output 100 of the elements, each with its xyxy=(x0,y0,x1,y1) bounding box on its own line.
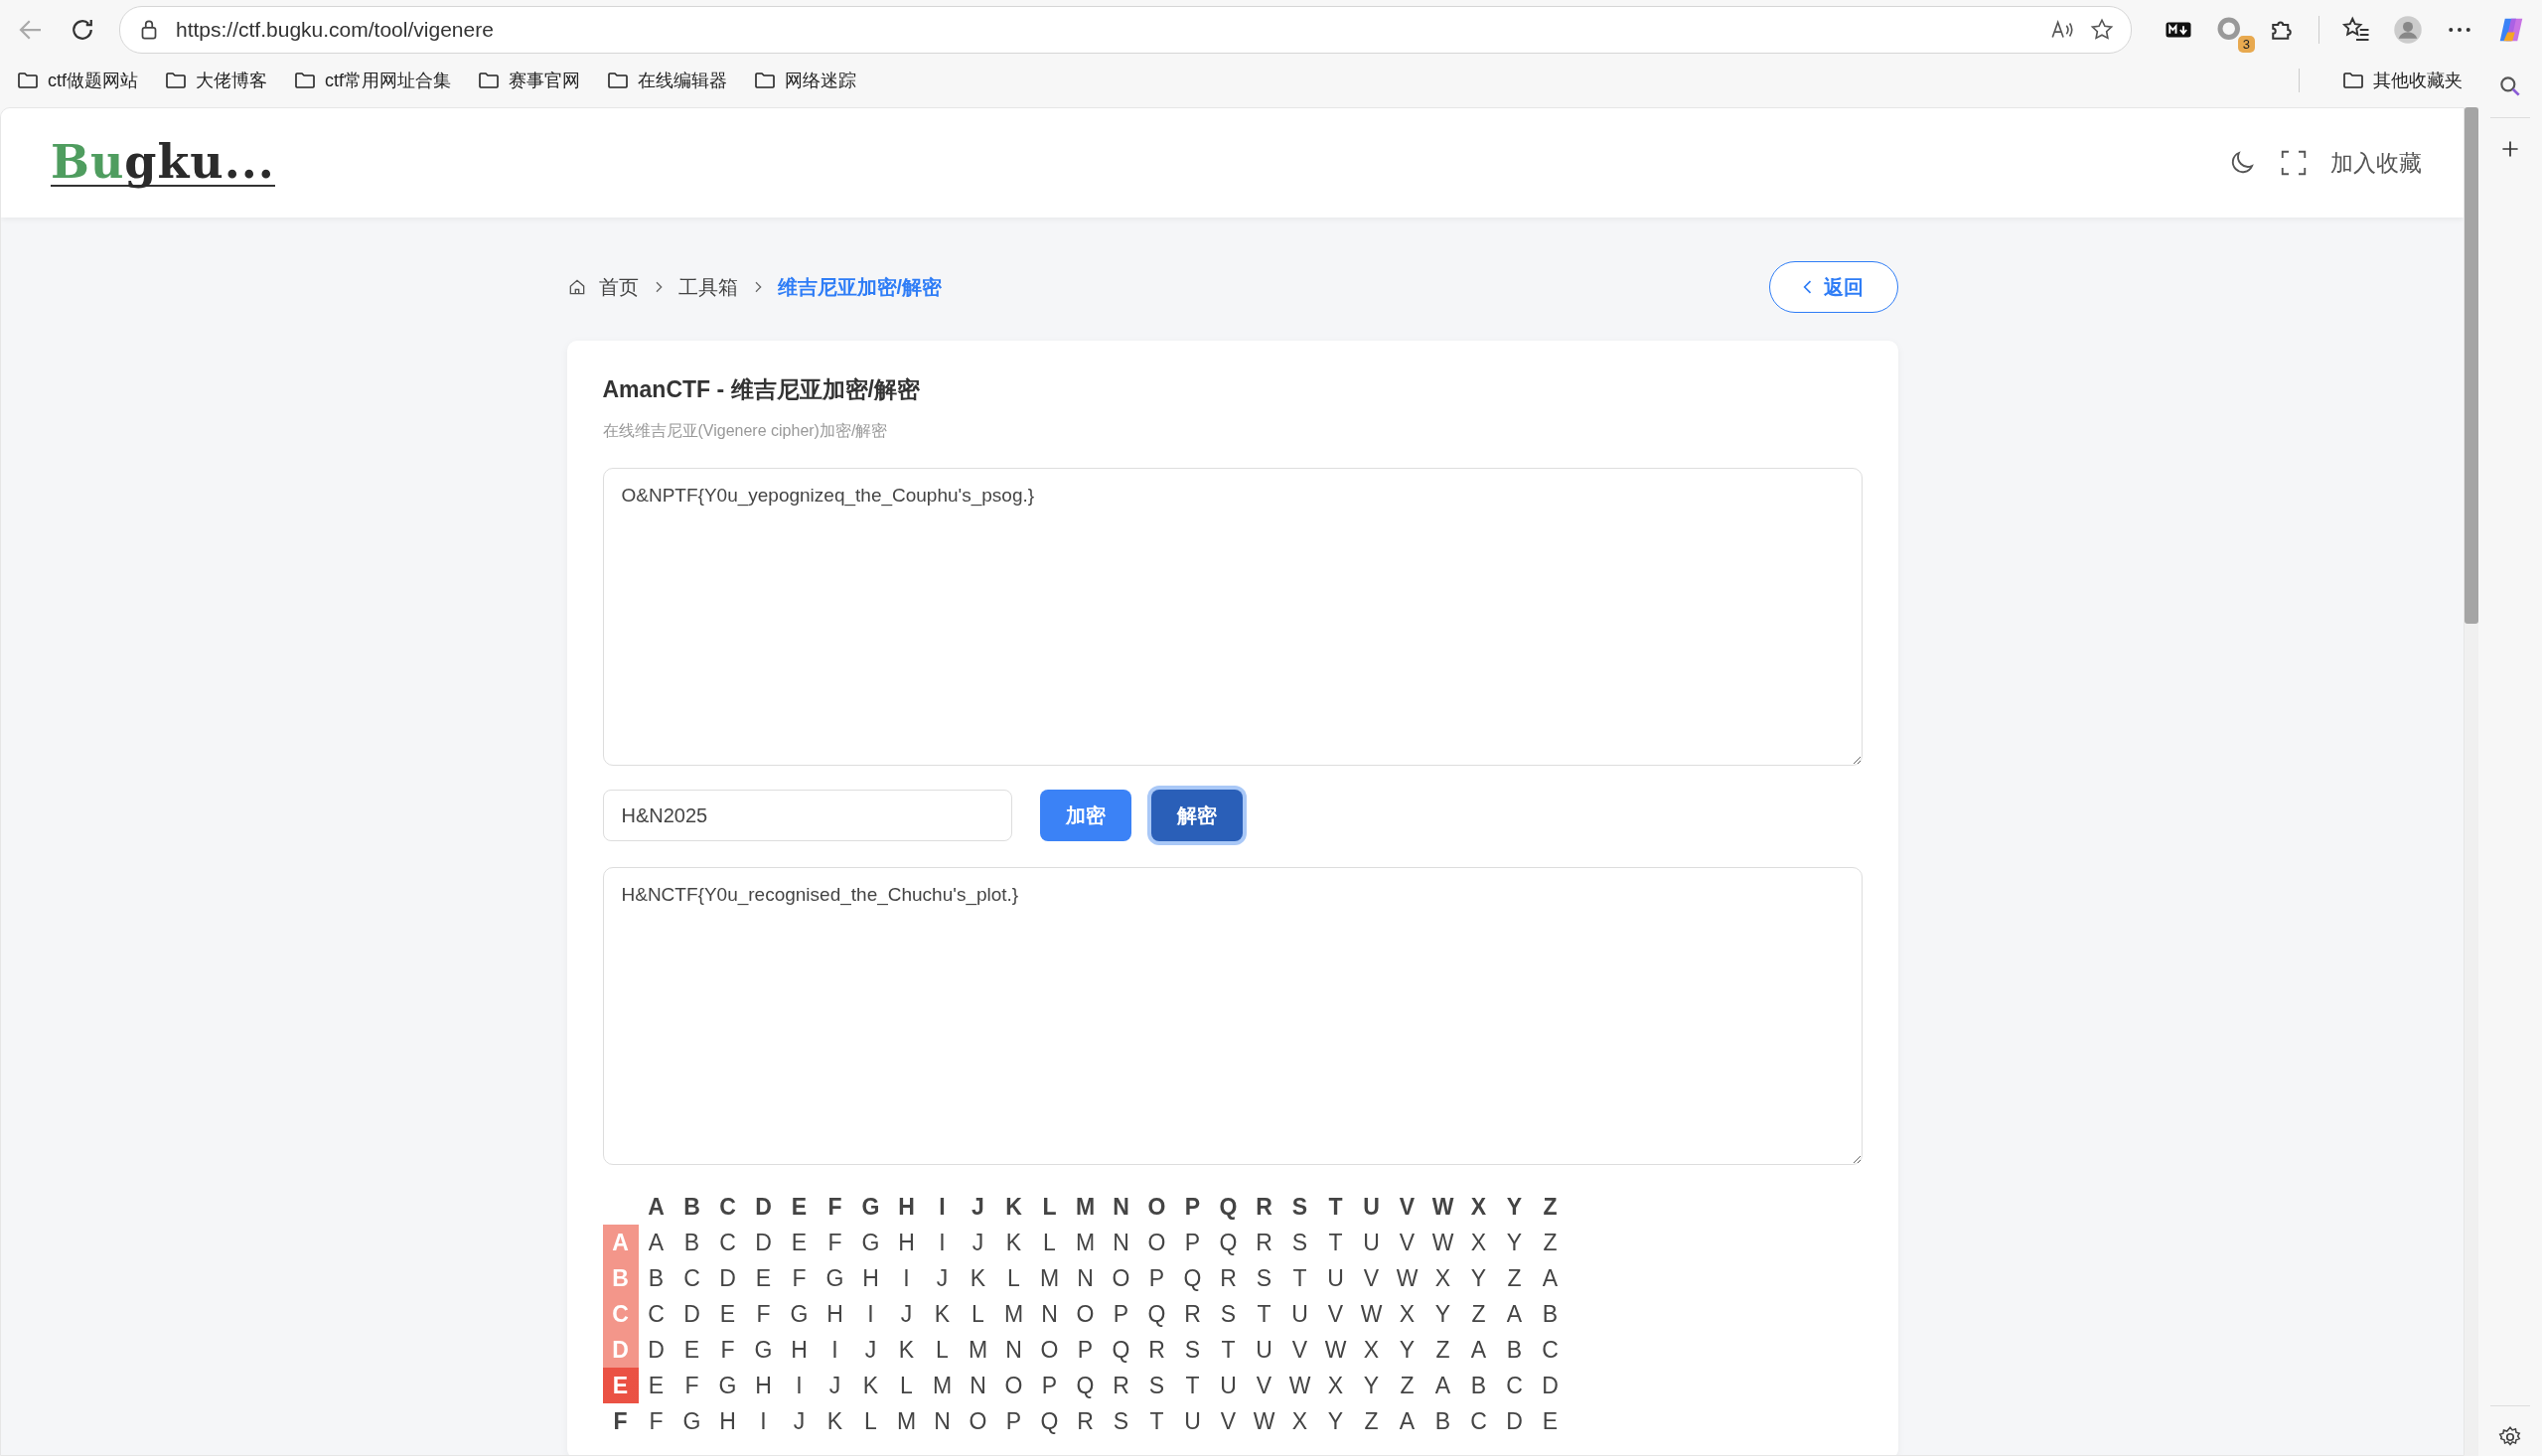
fullscreen-icon[interactable] xyxy=(2279,148,2309,178)
column-header: R xyxy=(1255,1192,1273,1222)
table-cell-text: Z xyxy=(1470,1299,1487,1329)
table-cell-text: Y xyxy=(1433,1299,1452,1329)
table-cell: C xyxy=(638,1296,674,1332)
card-title: AmanCTF - 维吉尼亚加密/解密 xyxy=(602,375,921,404)
table-cell-text: E xyxy=(790,1228,809,1257)
table-cell-text: W xyxy=(1287,1371,1312,1400)
table-cell-text: R xyxy=(1219,1263,1238,1293)
table-cell-text: M xyxy=(1074,1228,1097,1257)
back-button[interactable]: 返回 xyxy=(1768,261,1898,313)
table-cell-text: B xyxy=(1541,1299,1560,1329)
table-cell-text: L xyxy=(1006,1263,1021,1293)
table-cell-text: V xyxy=(1290,1335,1309,1365)
breadcrumb-link[interactable]: 首页 xyxy=(598,273,639,301)
table-cell-text: Z xyxy=(1434,1335,1451,1365)
table-cell-text: A xyxy=(1469,1335,1488,1365)
table-cell-text: K xyxy=(1004,1228,1023,1257)
table-cell-text: K xyxy=(969,1263,987,1293)
row-header: A xyxy=(602,1225,639,1260)
table-cell-text: O xyxy=(1111,1263,1131,1293)
table-cell-text: T xyxy=(1184,1371,1201,1400)
column-header: S xyxy=(1290,1192,1309,1222)
table-cell-text: P xyxy=(1183,1228,1202,1257)
cipher-button[interactable]: 加密 xyxy=(1039,790,1131,841)
table-cell-text: T xyxy=(1327,1228,1344,1257)
bookmark-folder[interactable]: 大佬博客 xyxy=(164,69,267,92)
table-cell-text: W xyxy=(1323,1335,1348,1365)
table-cell-text: F xyxy=(755,1299,772,1329)
table-cell-text: S xyxy=(1255,1263,1273,1293)
scrollbar[interactable] xyxy=(2465,107,2478,1456)
bugku-logo[interactable]: Bugku... xyxy=(51,139,275,187)
bookmark-folder[interactable]: 网络迷踪 xyxy=(753,69,857,92)
table-cell-text: F xyxy=(719,1335,736,1365)
bookmark-folder[interactable]: ctf做题网站 xyxy=(16,69,138,92)
table-cell-text: M xyxy=(967,1335,989,1365)
column-header: Q xyxy=(1218,1192,1239,1222)
table-cell-text: D xyxy=(754,1228,773,1257)
table-cell-text: O xyxy=(1146,1228,1167,1257)
table-cell-text: Y xyxy=(1398,1335,1417,1365)
table-cell-text: T xyxy=(1291,1263,1308,1293)
table-cell-text: D xyxy=(682,1299,701,1329)
breadcrumb-link[interactable]: 维吉尼亚加密/解密 xyxy=(777,273,943,301)
add-favorite-link[interactable]: 加入收藏 xyxy=(2330,147,2422,179)
table-cell-text: I xyxy=(830,1335,839,1365)
avatar-icon[interactable] xyxy=(2393,15,2423,45)
table-cell-text: Z xyxy=(1506,1263,1523,1293)
table-cell-text: N xyxy=(1004,1335,1023,1365)
star-icon[interactable] xyxy=(2089,17,2115,43)
table-cell-text: P xyxy=(1076,1335,1095,1365)
table-cell-text: G xyxy=(681,1406,702,1436)
table-cell-text: O xyxy=(1075,1299,1096,1329)
table-cell-text: M xyxy=(895,1406,918,1436)
column-header: L xyxy=(1041,1192,1058,1222)
breadcrumb-link[interactable]: 工具箱 xyxy=(677,273,738,301)
table-cell: F xyxy=(638,1403,674,1439)
column-header: T xyxy=(1327,1192,1344,1222)
table-cell-text: F xyxy=(683,1371,700,1400)
column-header: V xyxy=(1398,1192,1417,1222)
key-input[interactable]: H&N2025 xyxy=(602,790,1012,841)
table-cell-text: P xyxy=(1112,1299,1130,1329)
table-cell-text: N xyxy=(1076,1263,1095,1293)
table-cell-text: A xyxy=(1505,1299,1524,1329)
column-header: X xyxy=(1469,1192,1488,1222)
table-cell-text: G xyxy=(717,1371,738,1400)
table-cell-text: Q xyxy=(1146,1299,1167,1329)
address-bar[interactable]: https://ctf.bugku.com/tool/vigenere xyxy=(119,6,2132,54)
table-cell-text: A xyxy=(1398,1406,1417,1436)
column-header: D xyxy=(754,1192,773,1222)
table-cell-text: O xyxy=(1003,1371,1024,1400)
table-cell-text: G xyxy=(789,1299,810,1329)
table-cell-text: W xyxy=(1395,1263,1420,1293)
table-cell-text: K xyxy=(825,1406,844,1436)
table-cell: A xyxy=(638,1225,674,1260)
table-cell-text: G xyxy=(753,1335,774,1365)
table-cell-text: H xyxy=(754,1371,773,1400)
table-cell-text: P xyxy=(1004,1406,1023,1436)
output-textarea[interactable]: H&NCTF{Y0u_recognised_the_Chuchu's_plot.} xyxy=(602,867,1863,1165)
row-header: F xyxy=(602,1403,639,1439)
table-cell-text: Y xyxy=(1326,1406,1345,1436)
table-cell-text: L xyxy=(935,1335,950,1365)
bookmark-folder[interactable]: 赛事官网 xyxy=(477,69,581,92)
column-header: Z xyxy=(1542,1192,1559,1222)
table-cell-text: R xyxy=(1147,1335,1166,1365)
table-cell-text: G xyxy=(824,1263,845,1293)
table-cell-text: N xyxy=(1112,1228,1130,1257)
bookmark-folder[interactable]: 在线编辑器 xyxy=(606,69,728,92)
table-cell-text: C xyxy=(1505,1371,1524,1400)
bookmark-folder[interactable]: 其他收藏夹 xyxy=(2341,69,2463,92)
table-cell-text: S xyxy=(1147,1371,1166,1400)
table-cell-text: C xyxy=(718,1228,737,1257)
input-textarea[interactable]: O&NPTF{Y0u_yepognizeq_the_Couphu's_psog.} xyxy=(602,468,1863,766)
bookmark-folder[interactable]: ctf常用网址合集 xyxy=(293,69,452,92)
table-cell-text: V xyxy=(1255,1371,1273,1400)
table-cell-text: H xyxy=(718,1406,737,1436)
table-cell-text: L xyxy=(1042,1228,1057,1257)
table-cell-text: B xyxy=(1469,1371,1488,1400)
column-header: H xyxy=(897,1192,916,1222)
table-cell-text: U xyxy=(1326,1263,1345,1293)
table-cell-text: O xyxy=(968,1406,988,1436)
